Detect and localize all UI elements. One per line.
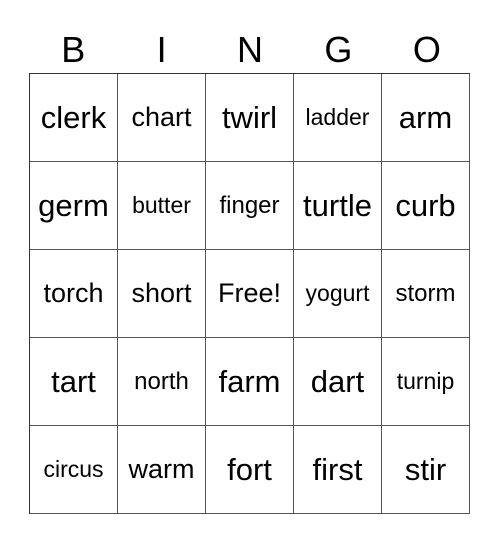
- bingo-cell: turnip: [382, 338, 470, 426]
- bingo-cell: storm: [382, 250, 470, 338]
- bingo-cell: germ: [30, 162, 118, 250]
- header-letter-n: N: [237, 29, 264, 70]
- header-letter-o: O: [412, 29, 441, 70]
- bingo-cell: clerk: [30, 74, 118, 162]
- bingo-cell: circus: [30, 426, 118, 514]
- bingo-cell: tart: [30, 338, 118, 426]
- bingo-cell: dart: [294, 338, 382, 426]
- bingo-cell: stir: [382, 426, 470, 514]
- header-letter-i: I: [156, 29, 167, 70]
- bingo-cell: chart: [118, 74, 206, 162]
- bingo-cell: butter: [118, 162, 206, 250]
- bingo-cell: torch: [30, 250, 118, 338]
- bingo-cell: short: [118, 250, 206, 338]
- bingo-header: B I N G O: [29, 28, 471, 72]
- bingo-cell: ladder: [294, 74, 382, 162]
- bingo-cell: warm: [118, 426, 206, 514]
- bingo-cell: turtle: [294, 162, 382, 250]
- bingo-cell: finger: [206, 162, 294, 250]
- bingo-cell: farm: [206, 338, 294, 426]
- bingo-grid: clerk chart twirl ladder arm germ butter…: [29, 73, 470, 514]
- bingo-cell: twirl: [206, 74, 294, 162]
- bingo-cell: fort: [206, 426, 294, 514]
- header-letter-g: G: [324, 29, 353, 70]
- header-letter-b: B: [61, 29, 86, 70]
- bingo-cell: yogurt: [294, 250, 382, 338]
- free-space: Free!: [206, 250, 294, 338]
- bingo-cell: curb: [382, 162, 470, 250]
- bingo-cell: first: [294, 426, 382, 514]
- bingo-cell: arm: [382, 74, 470, 162]
- bingo-cell: north: [118, 338, 206, 426]
